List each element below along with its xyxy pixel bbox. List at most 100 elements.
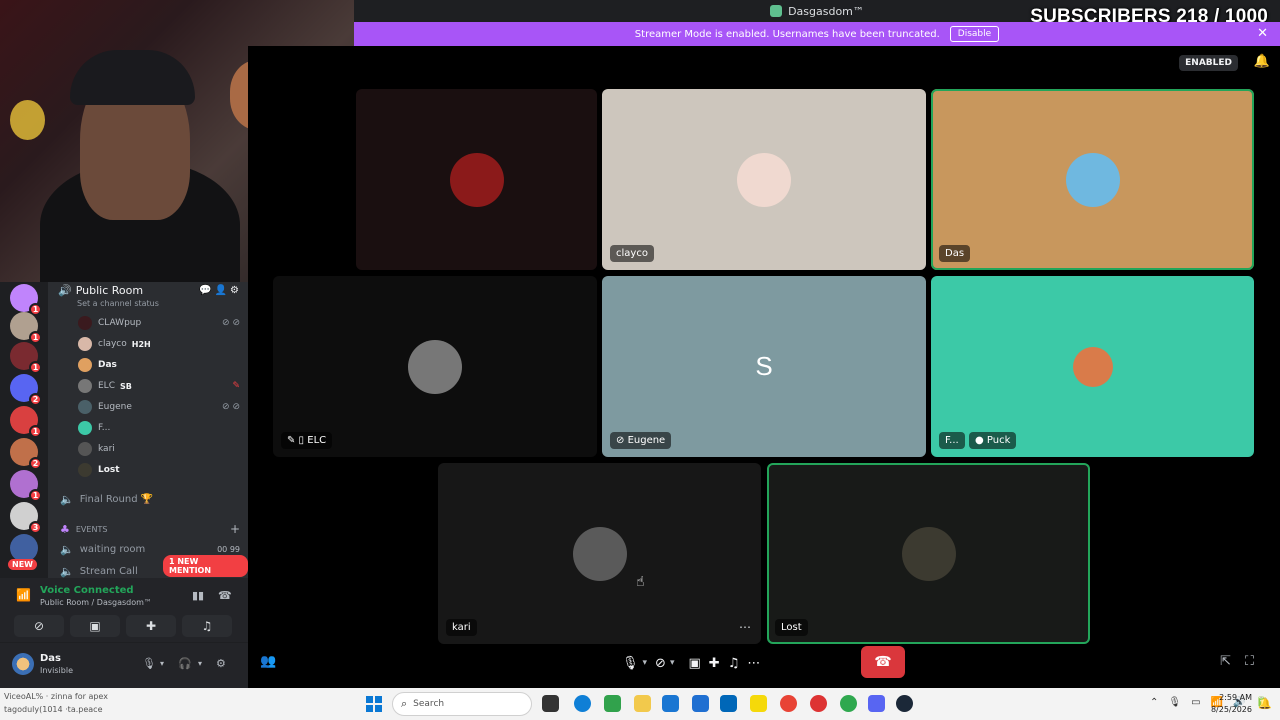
voice-member[interactable]: Eugene ⊘ ⊘ bbox=[78, 397, 240, 417]
voice-status[interactable]: Voice Connected bbox=[40, 585, 134, 596]
new-mention-pill[interactable]: 1 NEW MENTION bbox=[163, 555, 248, 577]
signal-icon[interactable]: 📶 bbox=[16, 588, 31, 602]
gear-icon[interactable]: ⚙ bbox=[216, 657, 226, 670]
search-input[interactable]: ⌕ Search bbox=[392, 692, 532, 716]
chrome-icon[interactable] bbox=[810, 695, 827, 712]
voice-member[interactable]: Das bbox=[78, 355, 240, 375]
screen-share-button[interactable]: ▣ bbox=[70, 615, 120, 637]
member-name: CLAWpup bbox=[98, 318, 142, 328]
more-options-icon[interactable]: ⋯ bbox=[747, 656, 760, 671]
invite-icon[interactable]: 👥 bbox=[260, 654, 276, 669]
video-tile[interactable]: clayco bbox=[602, 89, 926, 270]
server-icon[interactable]: 1 bbox=[10, 342, 42, 374]
server-icon[interactable]: 1 bbox=[10, 312, 42, 344]
clock[interactable]: 2:59 AM 8/25/2026 bbox=[1211, 692, 1252, 716]
server-icon[interactable]: 1 bbox=[10, 284, 42, 316]
voice-channel-header[interactable]: 🔊 Public Room 💬👤⚙ bbox=[58, 284, 242, 297]
new-pill[interactable]: NEW bbox=[8, 559, 37, 570]
chrome-icon[interactable] bbox=[780, 695, 797, 712]
avatar bbox=[78, 379, 92, 393]
screen-share-button[interactable]: ▣ bbox=[688, 656, 700, 671]
activities-button[interactable]: ✚ bbox=[126, 615, 176, 637]
user-status: Invisible bbox=[40, 666, 73, 675]
participant-name: F... bbox=[939, 432, 965, 449]
speaker-icon: 🔈 bbox=[60, 542, 74, 556]
avatar bbox=[78, 337, 92, 351]
task-view-icon[interactable] bbox=[542, 695, 559, 712]
file-explorer-icon[interactable] bbox=[634, 695, 651, 712]
outlook-icon[interactable] bbox=[662, 695, 679, 712]
video-tile[interactable]: F... ● Puck bbox=[931, 276, 1254, 457]
video-tile[interactable]: Lost bbox=[767, 463, 1090, 644]
server-icon[interactable]: 2 bbox=[10, 438, 42, 470]
voice-member[interactable]: clayco H2H bbox=[78, 334, 240, 354]
disconnect-button[interactable]: ☎ bbox=[861, 646, 905, 678]
disable-button[interactable]: Disable bbox=[949, 26, 1000, 42]
participant-name: kari bbox=[446, 619, 477, 636]
user-name[interactable]: Das bbox=[40, 653, 61, 664]
headphones-icon[interactable]: 🎧 bbox=[178, 657, 192, 670]
chevron-down-icon[interactable]: ▾ bbox=[643, 658, 648, 668]
mouse-cursor-icon: ☝ bbox=[636, 574, 645, 590]
muted-icon: ⊘ ⊘ bbox=[222, 318, 240, 328]
chevron-down-icon[interactable]: ▾ bbox=[198, 659, 202, 668]
chevron-down-icon[interactable]: ▾ bbox=[670, 658, 675, 668]
muted-icon: ⊘ ⊘ bbox=[222, 402, 240, 412]
chrome-icon[interactable] bbox=[840, 695, 857, 712]
streamer-mode-banner: Streamer Mode is enabled. Usernames have… bbox=[354, 22, 1280, 46]
member-name: ELC bbox=[98, 381, 115, 391]
voice-member[interactable]: Lost bbox=[78, 460, 240, 480]
inbox-icon[interactable]: 🔔 bbox=[1254, 54, 1270, 69]
edge-icon[interactable] bbox=[574, 695, 591, 712]
app-icon[interactable] bbox=[750, 695, 767, 712]
voice-member[interactable]: kari bbox=[78, 439, 240, 459]
disconnect-icon[interactable]: ☎ bbox=[218, 589, 232, 602]
chevron-down-icon[interactable]: ▾ bbox=[160, 659, 164, 668]
participant-name: Lost bbox=[775, 619, 808, 636]
steam-icon[interactable] bbox=[896, 695, 913, 712]
soundboard-button[interactable]: ♫ bbox=[728, 656, 740, 671]
store-icon[interactable] bbox=[692, 695, 709, 712]
avatar[interactable] bbox=[12, 653, 34, 675]
channel-sidebar: 🔊 Public Room 💬👤⚙ Set a channel status C… bbox=[48, 282, 248, 578]
member-tag: H2H bbox=[131, 339, 151, 349]
activities-button[interactable]: ✚ bbox=[709, 656, 720, 671]
avatar bbox=[572, 526, 627, 581]
more-options-icon[interactable]: ⋯ bbox=[739, 620, 751, 634]
microphone-icon[interactable]: 🎙 bbox=[142, 657, 156, 670]
voice-member[interactable]: ELC SB ✎ bbox=[78, 376, 240, 396]
avatar bbox=[901, 526, 956, 581]
video-tile[interactable]: S ⊘ Eugene bbox=[602, 276, 926, 457]
notification-icon[interactable]: 🔔 bbox=[1258, 697, 1272, 710]
server-icon[interactable]: 1 bbox=[10, 406, 42, 438]
events-category[interactable]: ♣ EVENTS + bbox=[60, 519, 240, 539]
discord-icon[interactable] bbox=[868, 695, 885, 712]
noise-suppression-icon[interactable]: ▮▮ bbox=[192, 589, 204, 602]
soundboard-button[interactable]: ♫ bbox=[182, 615, 232, 637]
server-icon[interactable] bbox=[10, 534, 38, 562]
enabled-badge[interactable]: ENABLED bbox=[1179, 55, 1238, 71]
camera-off-button[interactable]: ⊘ bbox=[14, 615, 64, 637]
video-tile[interactable]: ✎ ▯ ELC bbox=[273, 276, 597, 457]
channel-status[interactable]: Set a channel status bbox=[77, 299, 159, 308]
start-button[interactable] bbox=[366, 696, 382, 712]
voice-member[interactable]: CLAWpup ⊘ ⊘ bbox=[78, 313, 240, 333]
add-icon[interactable]: + bbox=[230, 522, 240, 536]
app-icon[interactable] bbox=[720, 695, 737, 712]
popout-fullscreen-icons[interactable]: ⇱⛶ bbox=[1220, 654, 1268, 669]
microphone-button[interactable]: 🎙 ▾ bbox=[622, 656, 647, 671]
voice-member[interactable]: F... bbox=[78, 418, 240, 438]
server-icon[interactable]: 2 bbox=[10, 374, 42, 406]
user-panel: Das Invisible 🎙 ▾ 🎧 ▾ ⚙ bbox=[0, 642, 248, 688]
channel-action-icons[interactable]: 💬👤⚙ bbox=[199, 285, 242, 296]
app-icon[interactable] bbox=[604, 695, 621, 712]
server-icon[interactable]: 1 bbox=[10, 470, 42, 502]
close-icon[interactable]: ✕ bbox=[1257, 26, 1268, 41]
video-tile[interactable]: Das bbox=[931, 89, 1254, 270]
voice-location[interactable]: Public Room / Dasgasdom™ bbox=[40, 598, 152, 607]
channel-final-round[interactable]: 🔈 Final Round 🏆 bbox=[60, 489, 240, 509]
video-tile[interactable]: kari ⋯ bbox=[438, 463, 761, 644]
server-icon[interactable]: 3 bbox=[10, 502, 42, 534]
video-tile[interactable] bbox=[356, 89, 597, 270]
camera-button[interactable]: ⊘ ▾ bbox=[655, 656, 674, 671]
